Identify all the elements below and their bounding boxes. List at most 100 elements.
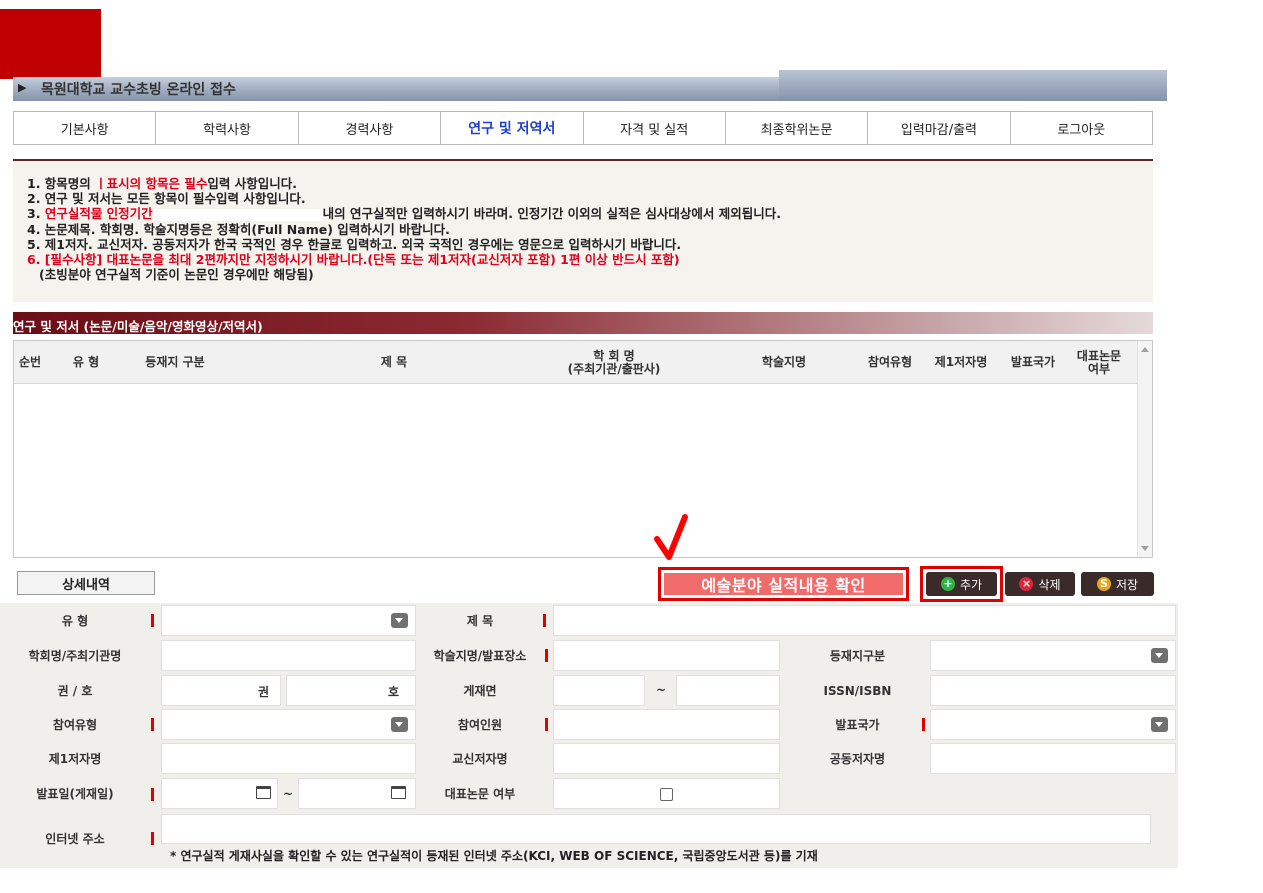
col-seq[interactable]: 순번 (14, 341, 46, 384)
notice-line-3: 3. 연구실적물 인정기간 내의 연구실적만 입력하시기 바라며. 인정기간 이외… (27, 206, 781, 222)
journal-input[interactable] (553, 640, 780, 671)
checkmark-annotation-icon (654, 514, 688, 560)
notice-line-5: 5. 제1저자. 교신저자. 공동저자가 한국 국적인 경우 한글로 입력하고.… (27, 236, 682, 252)
volume-unit: 권 (258, 685, 270, 699)
app-title: 목원대학교 교수초빙 온라인 접수 (41, 82, 236, 98)
required-marker (151, 832, 154, 845)
participation-label: 참여유형 (52, 718, 98, 732)
society-label: 학회명/주최기관명 (28, 649, 122, 663)
type-label: 유 형 (61, 614, 89, 628)
col-first-author[interactable]: 제1저자명 (927, 341, 995, 384)
title-label: 제 목 (466, 614, 494, 628)
brand-block (0, 9, 101, 79)
required-marker (543, 614, 546, 627)
page-start-input[interactable] (553, 675, 645, 706)
redacted-period (152, 208, 323, 221)
tab-research[interactable]: 연구 및 저역서 (441, 112, 584, 144)
art-button-highlight: 예술분야 실적내용 확인 (658, 567, 909, 601)
calendar-icon[interactable] (391, 786, 406, 799)
chevron-down-icon[interactable] (1151, 648, 1168, 663)
title-input[interactable] (553, 605, 1176, 636)
required-marker (545, 718, 548, 731)
chevron-down-icon[interactable] (391, 613, 408, 628)
page-end-input[interactable] (676, 675, 780, 706)
plus-icon: + (940, 577, 955, 591)
corresponding-label: 교신저자명 (452, 752, 508, 766)
tab-qualifications[interactable]: 자격 및 실적 (584, 112, 726, 144)
url-input[interactable] (161, 814, 1151, 844)
issn-label: ISSN/ISBN (823, 683, 892, 698)
representative-checkbox[interactable] (660, 788, 673, 801)
scroll-up-icon[interactable] (1141, 347, 1149, 352)
delete-button[interactable]: × 삭제 (1005, 572, 1075, 596)
notice-line-4: 4. 논문제목. 학회명. 학술지명등은 정확히(Full Name) 입력하시… (27, 221, 450, 237)
tab-career[interactable]: 경력사항 (299, 112, 442, 144)
first-author-input[interactable] (161, 743, 416, 774)
col-country[interactable]: 발표국가 (1003, 341, 1063, 384)
save-icon: S (1096, 577, 1111, 591)
tab-logout[interactable]: 로그아웃 (1011, 112, 1152, 144)
country-label: 발표국가 (835, 718, 880, 732)
required-marker (151, 718, 154, 731)
chevron-down-icon[interactable] (391, 717, 408, 732)
notice-line-2: 2. 연구 및 저서는 모든 항목이 필수입력 사항입니다. (27, 191, 306, 207)
detail-tab[interactable]: 상세내역 (17, 571, 155, 595)
notice-line-1: 1. 항목명의 ㅣ표시의 항목은 필수입력 사항입니다. (27, 176, 297, 191)
section-title-bar: 연구 및 저서 (논문/미술/음악/영화영상/저역서) (13, 312, 1153, 334)
url-label: 인터넷 주소 (45, 832, 105, 846)
url-note: * 연구실적 게재사실을 확인할 수 있는 연구실적이 등재된 인터넷 주소(K… (170, 849, 818, 863)
type-select[interactable] (161, 605, 416, 636)
add-button[interactable]: + 추가 (926, 572, 997, 596)
notice-box: 1. 항목명의 ㅣ표시의 항목은 필수입력 사항입니다. 2. 연구 및 저서는… (13, 159, 1153, 302)
grid-header: 순번 유 형 등재지 구분 제 목 학 회 명 (주최기관/출판사) 학술지명 … (14, 341, 1138, 384)
triangle-right-icon: ▶ (18, 81, 27, 94)
required-marker (151, 788, 154, 801)
required-marker (545, 649, 548, 662)
col-type[interactable]: 유 형 (58, 341, 114, 384)
corresponding-input[interactable] (553, 743, 780, 774)
journal-label: 학술지명/발표장소 (433, 649, 527, 663)
col-participation[interactable]: 참여유형 (857, 341, 923, 384)
tab-education[interactable]: 학력사항 (156, 112, 299, 144)
participants-input[interactable] (553, 709, 780, 740)
first-author-label: 제1저자명 (48, 752, 102, 766)
scroll-down-icon[interactable] (1141, 546, 1149, 551)
col-representative[interactable]: 대표논문 여부 (1066, 341, 1132, 384)
col-journal[interactable]: 학술지명 (714, 341, 854, 384)
pubdate-label: 발표일(게재일) (36, 787, 114, 801)
tab-basic[interactable]: 기본사항 (14, 112, 157, 144)
tab-thesis[interactable]: 최종학위논문 (726, 112, 869, 144)
col-title[interactable]: 제 목 (314, 341, 474, 384)
calendar-icon[interactable] (256, 786, 271, 799)
coauthor-input[interactable] (930, 743, 1176, 774)
col-listing[interactable]: 등재지 구분 (132, 341, 218, 384)
required-marker (151, 614, 154, 627)
save-button[interactable]: S 저장 (1081, 572, 1154, 596)
pages-separator: ~ (656, 683, 667, 697)
research-grid: 순번 유 형 등재지 구분 제 목 학 회 명 (주최기관/출판사) 학술지명 … (13, 340, 1153, 558)
tab-submit-print[interactable]: 입력마감/출력 (868, 112, 1011, 144)
issue-unit: 호 (388, 685, 400, 699)
x-icon: × (1019, 577, 1034, 591)
listing-label: 등재지구분 (829, 649, 886, 663)
date-separator: ~ (283, 787, 294, 801)
grid-scrollbar[interactable] (1137, 341, 1152, 557)
col-society[interactable]: 학 회 명 (주최기관/출판사) (549, 341, 679, 384)
society-input[interactable] (161, 640, 416, 671)
issn-input[interactable] (930, 675, 1176, 706)
art-records-button[interactable]: 예술분야 실적내용 확인 (664, 573, 903, 595)
add-button-highlight: + 추가 (920, 566, 1003, 602)
participants-label: 참여인원 (457, 718, 503, 732)
listing-select[interactable] (930, 640, 1176, 671)
main-tabs: 기본사항 학력사항 경력사항 연구 및 저역서 자격 및 실적 최종학위논문 입… (13, 111, 1153, 145)
coauthor-label: 공동저자명 (829, 752, 886, 766)
app-title-bar: ▶ 목원대학교 교수초빙 온라인 접수 (13, 70, 1167, 101)
participation-select[interactable] (161, 709, 416, 740)
required-marker (922, 718, 925, 731)
country-select[interactable] (930, 709, 1176, 740)
section-title: 연구 및 저서 (논문/미술/음악/영화영상/저역서) (13, 319, 263, 334)
representative-label: 대표논문 여부 (444, 787, 516, 801)
pages-label: 게재면 (463, 684, 497, 698)
notice-line-6: 6. [필수사항] 대표논문을 최대 2편까지만 지정하시기 바랍니다.(단독 … (27, 252, 680, 268)
chevron-down-icon[interactable] (1151, 717, 1168, 732)
